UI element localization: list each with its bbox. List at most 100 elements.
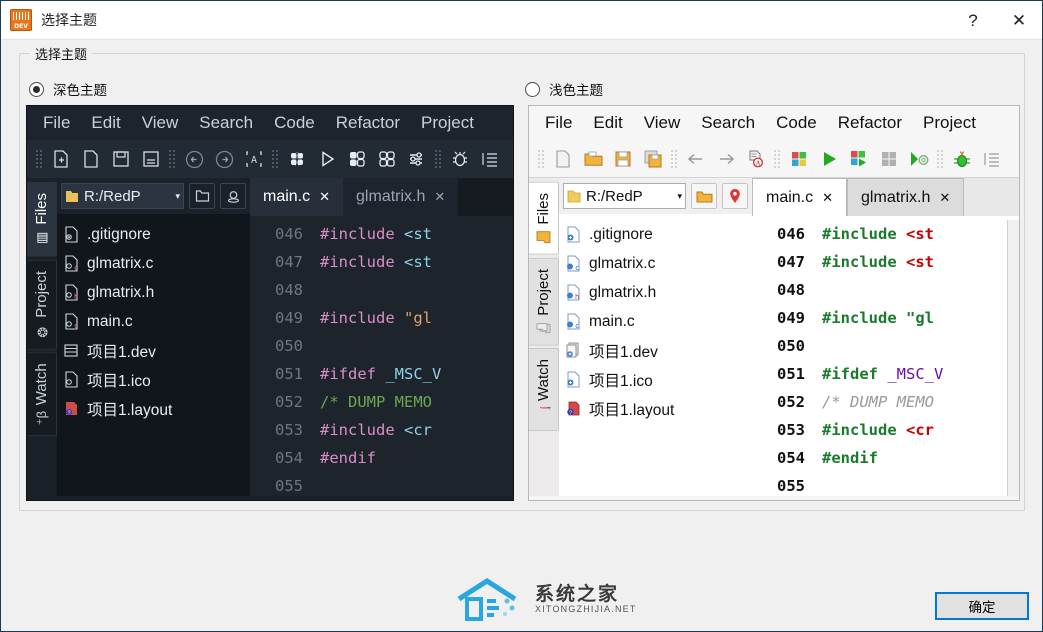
compile-run-icon[interactable]	[344, 146, 370, 172]
chevron-down-icon[interactable]: ▾	[175, 191, 180, 202]
menu-code[interactable]: Code	[274, 113, 315, 133]
menu-search[interactable]: Search	[701, 113, 755, 133]
tab-glmatrix-h[interactable]: glmatrix.h ✕	[847, 178, 965, 216]
indent-icon[interactable]	[477, 146, 503, 172]
list-item[interactable]: ? 项目1.layout	[565, 394, 752, 423]
list-item[interactable]: c main.c	[565, 307, 752, 336]
menu-refactor[interactable]: Refactor	[838, 113, 902, 133]
file-list-dark[interactable]: .gitignore c glmatrix.c h glmatrix.h c m…	[57, 214, 250, 496]
path-combo[interactable]: R:/RedP ▾	[61, 183, 184, 209]
compile-icon[interactable]	[284, 146, 310, 172]
settings-icon[interactable]	[906, 146, 932, 172]
preview-body-dark: ▤ Files ❂ Project ⁺β Watch R:/RedP ▾ .gi…	[27, 178, 513, 496]
new-file-icon[interactable]	[48, 146, 74, 172]
menu-edit[interactable]: Edit	[91, 113, 120, 133]
tab-label: main.c	[766, 188, 814, 206]
radio-light-indicator[interactable]	[525, 81, 540, 97]
list-item[interactable]: c glmatrix.c	[565, 249, 752, 278]
list-item[interactable]: c glmatrix.c	[63, 249, 250, 278]
menu-file[interactable]: File	[545, 113, 572, 133]
save-all-icon[interactable]	[138, 146, 164, 172]
list-item[interactable]: ? 项目1.layout	[63, 394, 250, 423]
list-item[interactable]: h glmatrix.h	[565, 278, 752, 307]
radio-dark-theme[interactable]: 深色主题	[29, 79, 107, 99]
menu-code[interactable]: Code	[776, 113, 817, 133]
sidebar-item-files[interactable]: ▤ Files	[27, 182, 57, 257]
find-icon[interactable]: A	[743, 146, 769, 172]
locate-button[interactable]	[220, 183, 246, 209]
menu-view[interactable]: View	[142, 113, 179, 133]
run-icon[interactable]	[816, 146, 842, 172]
sidebar-item-project[interactable]: ❂ Project	[27, 259, 57, 350]
compile-run-icon[interactable]	[846, 146, 872, 172]
editor-tabs-light: main.c ✕ glmatrix.h ✕	[752, 178, 1019, 216]
menu-refactor[interactable]: Refactor	[336, 113, 400, 133]
back-icon[interactable]	[181, 146, 207, 172]
save-all-icon[interactable]	[640, 146, 666, 172]
list-item[interactable]: h glmatrix.h	[63, 278, 250, 307]
sidebar-label-files: Files	[535, 193, 552, 225]
menu-view[interactable]: View	[644, 113, 681, 133]
find-icon[interactable]: A	[241, 146, 267, 172]
open-folder-button[interactable]	[189, 183, 215, 209]
sidebar-item-project[interactable]: Project	[529, 257, 559, 346]
new-file-icon[interactable]	[550, 146, 576, 172]
sidebar-item-watch[interactable]: ⁺β Watch	[27, 352, 57, 437]
file-name: glmatrix.c	[87, 254, 154, 272]
open-folder-button[interactable]	[691, 183, 717, 209]
tab-main-c[interactable]: main.c ✕	[250, 178, 344, 216]
list-item[interactable]: .gitignore	[63, 220, 250, 249]
list-item[interactable]: 项目1.ico	[565, 365, 752, 394]
help-button[interactable]: ?	[950, 1, 996, 40]
forward-icon[interactable]	[211, 146, 237, 172]
sidebar-item-files[interactable]: Files	[529, 182, 559, 255]
chevron-down-icon[interactable]: ▾	[677, 191, 682, 202]
tab-main-c[interactable]: main.c ✕	[752, 178, 848, 216]
indent-icon[interactable]	[979, 146, 1005, 172]
menu-edit[interactable]: Edit	[593, 113, 622, 133]
close-icon[interactable]: ✕	[319, 189, 330, 205]
menu-search[interactable]: Search	[199, 113, 253, 133]
back-icon[interactable]	[683, 146, 709, 172]
locate-button[interactable]	[722, 183, 748, 209]
debug-icon[interactable]	[949, 146, 975, 172]
run-icon[interactable]	[314, 146, 340, 172]
menu-project[interactable]: Project	[923, 113, 976, 133]
ok-button[interactable]: 确定	[935, 592, 1029, 620]
path-combo[interactable]: R:/RedP ▾	[563, 183, 686, 209]
file-list-light[interactable]: .gitignore c glmatrix.c h glmatrix.h c m…	[559, 214, 752, 496]
open-file-icon[interactable]	[78, 146, 104, 172]
tab-glmatrix-h[interactable]: glmatrix.h ✕	[343, 178, 459, 216]
sidebar-item-watch[interactable]: +β Watch	[529, 348, 559, 432]
list-item[interactable]: 项目1.dev	[63, 336, 250, 365]
file-icon	[65, 226, 78, 243]
debug-icon[interactable]	[447, 146, 473, 172]
dark-theme-preview[interactable]: File Edit View Search Code Refactor Proj…	[26, 105, 514, 501]
list-item[interactable]: .gitignore	[565, 220, 752, 249]
editor-scrollbar[interactable]	[1007, 220, 1019, 496]
list-item[interactable]: c main.c	[63, 307, 250, 336]
radio-light-theme[interactable]: 浅色主题	[525, 79, 603, 99]
close-button[interactable]: ✕	[996, 1, 1042, 40]
rebuild-icon[interactable]	[374, 146, 400, 172]
save-icon[interactable]	[610, 146, 636, 172]
menu-project[interactable]: Project	[421, 113, 474, 133]
code-view-dark[interactable]: 046 047 048 049 050 051 052 053 054 055 …	[250, 216, 513, 496]
code-view-light[interactable]: 046 047 048 049 050 051 052 053 054 055 …	[752, 216, 1019, 496]
menu-file[interactable]: File	[43, 113, 70, 133]
settings-icon[interactable]	[404, 146, 430, 172]
forward-icon[interactable]	[713, 146, 739, 172]
save-icon[interactable]	[108, 146, 134, 172]
rebuild-icon[interactable]	[876, 146, 902, 172]
open-file-icon[interactable]	[580, 146, 606, 172]
light-theme-preview[interactable]: File Edit View Search Code Refactor Proj…	[528, 105, 1020, 501]
list-item[interactable]: 项目1.dev	[565, 336, 752, 365]
close-icon[interactable]: ✕	[822, 190, 833, 206]
compile-icon[interactable]	[786, 146, 812, 172]
list-item[interactable]: 项目1.ico	[63, 365, 250, 394]
close-icon[interactable]: ✕	[434, 189, 445, 205]
radio-dark-indicator[interactable]	[29, 81, 44, 97]
close-icon[interactable]: ✕	[939, 190, 950, 206]
